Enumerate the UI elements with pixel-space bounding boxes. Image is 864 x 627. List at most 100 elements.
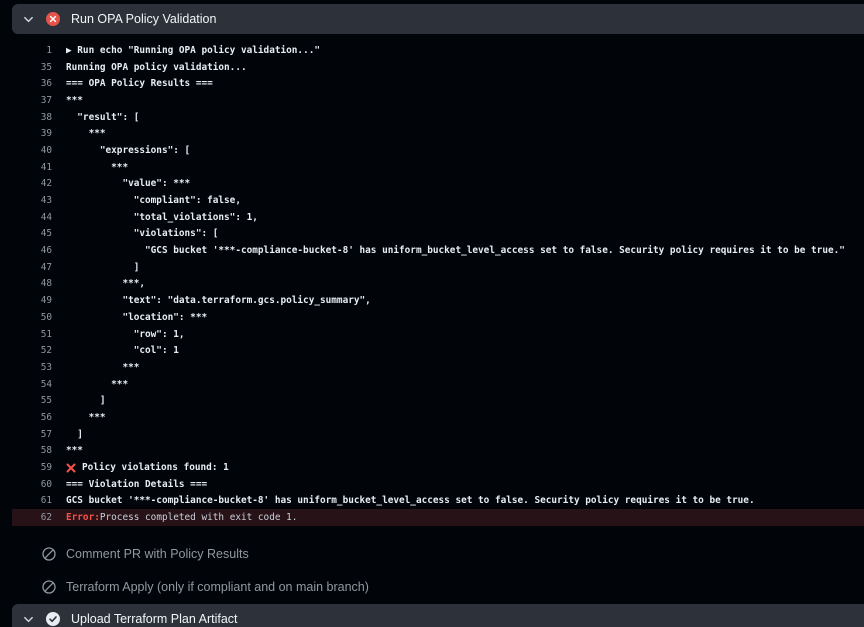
line-number[interactable]: 35 [12,62,52,73]
log-line: 36 === OPA Policy Results === [12,75,864,92]
log-text: "GCS bucket '***-compliance-bucket-8' ha… [66,245,845,257]
log-line-text: *** [66,362,139,373]
log-line: 42 "value": *** [12,176,864,193]
line-number[interactable]: 47 [12,262,52,273]
log-output: 1 ▶ Run echo "Running OPA policy validati… [12,42,864,526]
line-number[interactable]: 61 [12,495,52,506]
log-line: 35 Running OPA policy validation... [12,59,864,76]
log-line: 38 "result": [ [12,109,864,126]
log-text: ] [66,395,106,407]
line-number[interactable]: 57 [12,429,52,440]
log-text: *** [66,161,129,173]
check-circle-fill-icon [46,612,60,626]
line-number[interactable]: 48 [12,278,52,289]
log-text: "total_violations": 1, [66,211,258,223]
log-text: Policy violations found: 1 [82,462,229,474]
log-line-text: "text": "data.terraform.gcs.policy_summa… [66,295,371,307]
line-number[interactable]: 41 [12,162,52,173]
log-line: 37 *** [12,92,864,109]
line-number[interactable]: 36 [12,78,52,89]
log-line-text: ] [66,262,140,273]
log-line-text: "total_violations": 1, [66,212,258,223]
line-number[interactable]: 50 [12,312,52,323]
line-number[interactable]: 42 [12,178,52,189]
log-line: 45 "violations": [ [12,226,864,243]
line-number[interactable]: 38 [12,112,52,123]
line-number[interactable]: 44 [12,212,52,223]
step-terraform-apply[interactable]: Terraform Apply (only if compliant and o… [12,575,864,599]
line-number[interactable]: 52 [12,345,52,356]
line-number[interactable]: 62 [12,512,52,523]
log-line: 53 *** [12,359,864,376]
line-number[interactable]: 46 [12,245,52,256]
log-line: 47 ] [12,259,864,276]
line-number[interactable]: 1 [12,45,52,56]
line-number[interactable]: 60 [12,479,52,490]
log-line-text: "value": *** [66,178,190,189]
error-label: Error: [66,512,100,524]
log-line: 1 ▶ Run echo "Running OPA policy validati… [12,42,864,59]
log-line-text: ] [66,395,106,406]
log-line-text: "result": [ [66,112,139,123]
log-line-text: ] [66,429,83,440]
log-text: ▶ Run echo "Running OPA policy validatio… [66,44,320,56]
chevron-down-icon[interactable] [22,13,34,25]
skipped-circle-icon [42,580,56,594]
log-line-text: "col": 1 [66,345,179,356]
log-line-text: "GCS bucket '***-compliance-bucket-8' ha… [66,245,845,256]
log-text: "violations": [ [66,228,219,240]
line-number[interactable]: 45 [12,228,52,239]
step-comment-pr[interactable]: Comment PR with Policy Results [12,542,864,566]
log-line: 57 ] [12,426,864,443]
log-line-text: "compliant": false, [66,195,241,206]
step-header-upload-terraform-plan-artifact[interactable]: Upload Terraform Plan Artifact [12,604,864,627]
log-text: *** [66,361,140,373]
log-line: 51 "row": 1, [12,326,864,343]
line-number[interactable]: 37 [12,95,52,106]
skipped-circle-icon [42,547,56,561]
log-line: 60 === Violation Details === [12,476,864,493]
log-line-text: *** [66,95,83,106]
log-line: 44 "total_violations": 1, [12,209,864,226]
line-number[interactable]: 59 [12,462,52,473]
line-number[interactable]: 40 [12,145,52,156]
log-text: "value": *** [66,178,191,190]
line-number[interactable]: 56 [12,412,52,423]
log-line-text: *** [66,128,106,139]
log-line-text: *** [66,162,128,173]
log-line: 52 "col": 1 [12,342,864,359]
step-label: Terraform Apply (only if compliant and o… [66,580,369,594]
log-text: *** [66,128,106,140]
error-message: Process completed with exit code 1. [99,512,298,524]
line-number[interactable]: 58 [12,445,52,456]
log-line: 40 "expressions": [ [12,142,864,159]
log-text: === OPA Policy Results === [66,78,213,90]
log-line: 56 *** [12,409,864,426]
line-number[interactable]: 39 [12,128,52,139]
log-text: GCS bucket '***-compliance-bucket-8' has… [66,495,755,507]
log-text: "col": 1 [66,345,179,357]
log-line-text: "expressions": [ [66,145,190,156]
chevron-down-icon[interactable] [22,613,34,625]
log-text: ***, [66,278,146,290]
log-line-text: Policy violations found: 1 [66,462,229,473]
log-line: 39 *** [12,125,864,142]
log-text: "text": "data.terraform.gcs.policy_summa… [66,295,371,307]
log-text: "compliant": false, [66,195,241,207]
log-line: 49 "text": "data.terraform.gcs.policy_su… [12,292,864,309]
line-number[interactable]: 49 [12,295,52,306]
line-number[interactable]: 53 [12,362,52,373]
line-number[interactable]: 51 [12,329,52,340]
step-title: Run OPA Policy Validation [71,12,217,26]
line-number[interactable]: 54 [12,379,52,390]
log-line-text: "row": 1, [66,329,185,340]
workflow-log-view: Run OPA Policy Validation 1 ▶ Run echo "R… [0,0,864,627]
log-line: 46 "GCS bucket '***-compliance-bucket-8'… [12,242,864,259]
step-header-run-opa-policy-validation[interactable]: Run OPA Policy Validation [12,4,864,34]
log-line-text: "location": *** [66,312,207,323]
x-circle-fill-icon [46,12,60,26]
log-line-text: ***, [66,278,145,289]
line-number[interactable]: 43 [12,195,52,206]
log-text: "expressions": [ [66,144,191,156]
line-number[interactable]: 55 [12,395,52,406]
